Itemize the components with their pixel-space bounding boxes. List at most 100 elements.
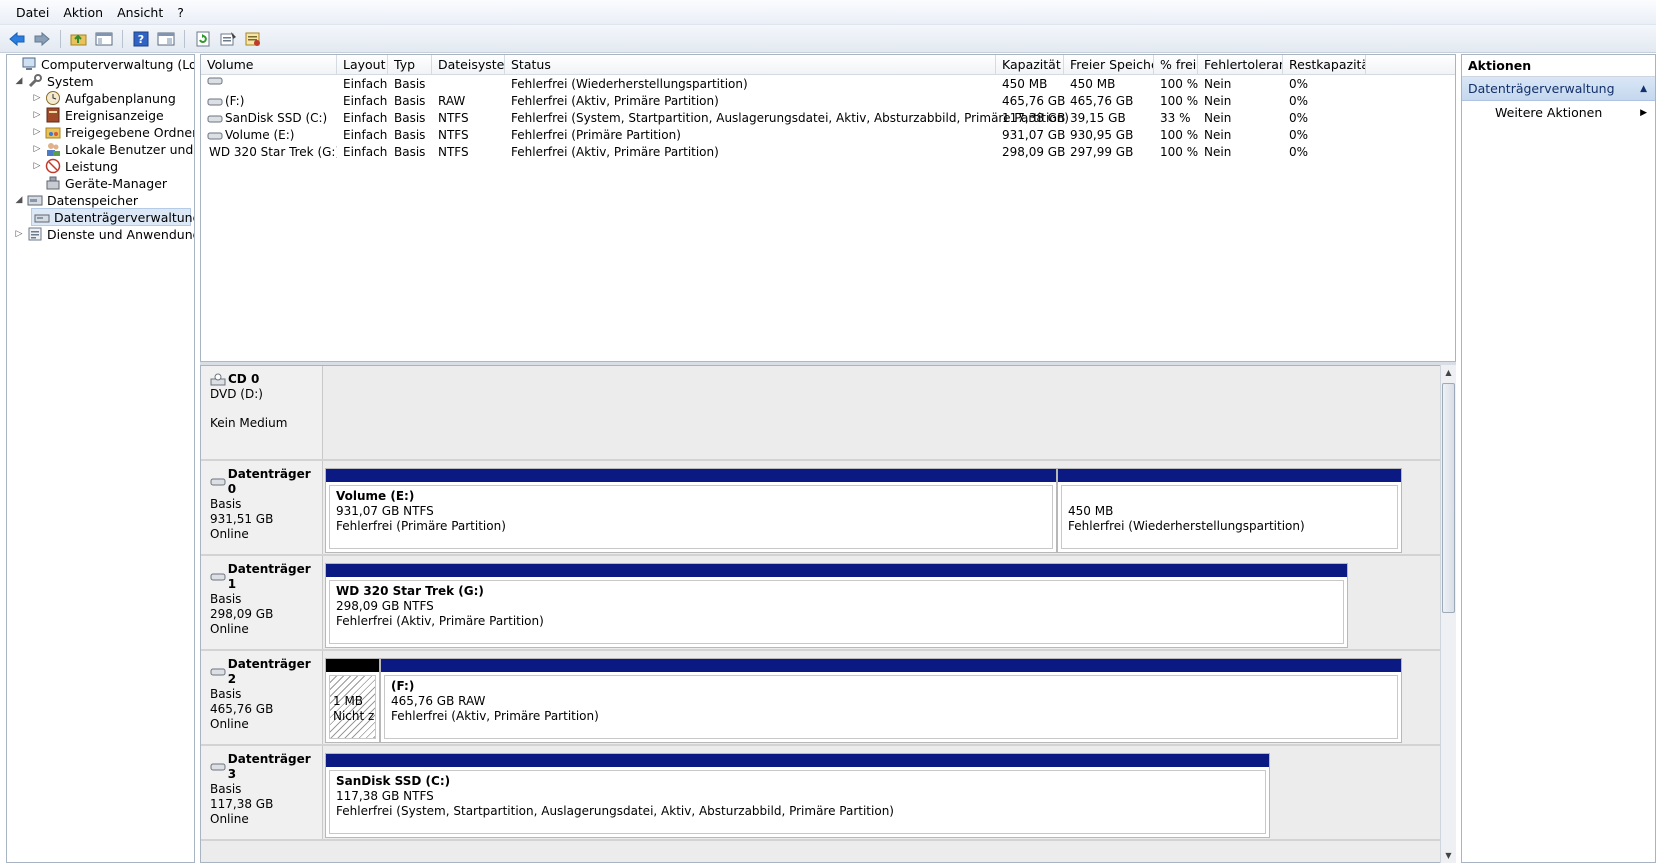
export-icon[interactable] <box>242 28 264 50</box>
menu-datei[interactable]: Datei <box>10 0 57 25</box>
action-weitere-aktionen[interactable]: Weitere Aktionen ▶ <box>1462 101 1655 125</box>
table-row[interactable]: (F:) Einfach Basis RAW Fehlerfrei (Aktiv… <box>201 93 1455 110</box>
tree-node-freigegebene-ordner[interactable]: ▷ Freigegebene Ordner <box>31 123 194 141</box>
disk-2[interactable]: Datenträger 2 Basis 465,76 GB Online 1 M… <box>201 651 1441 746</box>
partition-recovery[interactable]: 450 MB Fehlerfrei (Wiederherstellungspar… <box>1057 468 1402 553</box>
free-space-cell: 930,95 GB <box>1070 128 1134 142</box>
partition-wd-g[interactable]: WD 320 Star Trek (G:) 298,09 GB NTFS Feh… <box>325 563 1348 648</box>
cd-drive-icon <box>210 373 226 385</box>
fault-tolerance-cell: Nein <box>1204 94 1232 108</box>
tree-label: Ereignisanzeige <box>65 107 164 123</box>
disk-drive-icon <box>210 668 226 676</box>
column-freier-speicher[interactable]: Freier Speicher <box>1064 55 1154 75</box>
partition-body: SanDisk SSD (C:) 117,38 GB NTFS Fehlerfr… <box>329 770 1266 834</box>
disk-cd0[interactable]: CD 0 DVD (D:) Kein Medium <box>201 366 1441 461</box>
table-row[interactable]: Einfach Basis Fehlerfrei (Wiederherstell… <box>201 76 1455 93</box>
tree-label: Computerverwaltung (Lokal) <box>41 56 195 72</box>
tree-node-leistung[interactable]: ▷ Leistung <box>31 157 119 175</box>
volume-cell: Volume (E:) <box>201 127 337 144</box>
disk-type: Basis <box>210 782 242 796</box>
expanded-arrow-icon[interactable]: ◢ <box>13 195 25 205</box>
partition-volume-e[interactable]: Volume (E:) 931,07 GB NTFS Fehlerfrei (P… <box>325 468 1057 553</box>
type-cell: Basis <box>394 128 426 142</box>
partition-f[interactable]: (F:) 465,76 GB RAW Fehlerfrei (Aktiv, Pr… <box>380 658 1402 743</box>
menu-ansicht[interactable]: Ansicht <box>111 0 171 25</box>
device-manager-icon <box>45 175 61 191</box>
disk-view-scrollbar[interactable]: ▲ ▼ <box>1440 365 1456 863</box>
collapsed-arrow-icon[interactable]: ▷ <box>13 229 25 239</box>
partition-body: 450 MB Fehlerfrei (Wiederherstellungspar… <box>1061 485 1398 549</box>
tree-node-root[interactable]: Computerverwaltung (Lokal) <box>7 55 195 73</box>
tree-node-system[interactable]: ◢ System <box>13 72 94 90</box>
disk-name: Datenträger 1 <box>227 562 311 591</box>
column-volume[interactable]: Volume <box>201 55 337 75</box>
volume-cell: (F:) <box>201 93 337 110</box>
tree-node-dienste[interactable]: ▷ Dienste und Anwendungen <box>13 225 194 243</box>
collapse-up-icon[interactable]: ▲ <box>1640 77 1647 101</box>
collapsed-arrow-icon[interactable]: ▷ <box>31 161 43 171</box>
help-icon[interactable]: ? <box>130 28 152 50</box>
view-icon[interactable] <box>155 28 177 50</box>
partition-unallocated[interactable]: 1 MB Nicht zugeordnet <box>325 658 380 743</box>
column-layout[interactable]: Layout <box>337 55 388 75</box>
column-fehlertoleranz[interactable]: Fehlertoleranz <box>1198 55 1283 75</box>
expanded-arrow-icon[interactable]: ◢ <box>13 76 25 86</box>
actions-section-datentraegerverwaltung[interactable]: Datenträgerverwaltung ▲ <box>1462 77 1655 101</box>
services-icon <box>27 226 43 242</box>
disk-3[interactable]: Datenträger 3 Basis 117,38 GB Online San… <box>201 746 1441 841</box>
scroll-thumb[interactable] <box>1442 383 1455 613</box>
disk-title: CD 0 <box>210 372 322 387</box>
toolbar-separator <box>184 29 185 48</box>
partition-title: (F:) <box>391 679 415 693</box>
tree-node-geraete-manager[interactable]: Geräte-Manager <box>31 174 167 192</box>
tree-node-datenspeicher[interactable]: ◢ Datenspeicher <box>13 191 139 209</box>
back-icon[interactable] <box>6 28 28 50</box>
collapsed-arrow-icon[interactable]: ▷ <box>31 110 43 120</box>
volume-name: (F:) <box>225 94 245 108</box>
partition-bar <box>326 754 1269 767</box>
status-cell: Fehlerfrei (Primäre Partition) <box>511 128 681 142</box>
column-kapazitaet[interactable]: Kapazität <box>996 55 1064 75</box>
up-folder-icon[interactable] <box>68 28 90 50</box>
table-row[interactable]: Volume (E:) Einfach Basis NTFS Fehlerfre… <box>201 127 1455 144</box>
column-restkapazitaet[interactable]: Restkapazität <box>1283 55 1366 75</box>
partition-status: Fehlerfrei (System, Startpartition, Ausl… <box>336 804 894 818</box>
scroll-down-icon[interactable]: ▼ <box>1441 848 1456 863</box>
tree-node-datentraegerverwaltung[interactable]: Datenträgerverwaltung <box>31 208 194 226</box>
partition-sandisk-c[interactable]: SanDisk SSD (C:) 117,38 GB NTFS Fehlerfr… <box>325 753 1270 838</box>
properties-icon[interactable] <box>217 28 239 50</box>
refresh-icon[interactable] <box>192 28 214 50</box>
disk-0[interactable]: Datenträger 0 Basis 931,51 GB Online Vol… <box>201 461 1441 556</box>
disk-1[interactable]: Datenträger 1 Basis 298,09 GB Online WD … <box>201 556 1441 651</box>
capacity-cell: 450 MB <box>1002 77 1048 91</box>
partition-bar <box>326 469 1056 482</box>
column-typ[interactable]: Typ <box>388 55 432 75</box>
disk-type: Basis <box>210 687 242 701</box>
drive-icon <box>207 132 223 139</box>
partition-bar <box>326 659 379 672</box>
menu-bar: Datei Aktion Ansicht ? <box>0 0 1656 25</box>
console-tree-icon[interactable] <box>93 28 115 50</box>
menu-help[interactable]: ? <box>171 0 192 25</box>
disk-title: Datenträger 0 <box>210 467 322 497</box>
tree-node-lokale-benutzer[interactable]: ▷ Lokale Benutzer und Gruppen <box>31 140 194 158</box>
column-prozent-frei[interactable]: % frei <box>1154 55 1198 75</box>
collapsed-arrow-icon[interactable]: ▷ <box>31 127 43 137</box>
collapsed-arrow-icon[interactable]: ▷ <box>31 144 43 154</box>
collapsed-arrow-icon[interactable]: ▷ <box>31 93 43 103</box>
tree-node-aufgabenplanung[interactable]: ▷ Aufgabenplanung <box>31 89 176 107</box>
layout-cell: Einfach <box>343 111 388 125</box>
column-status[interactable]: Status <box>505 55 996 75</box>
menu-aktion[interactable]: Aktion <box>57 0 111 25</box>
partition-title: WD 320 Star Trek (G:) <box>336 584 484 598</box>
tree-node-ereignisanzeige[interactable]: ▷ Ereignisanzeige <box>31 106 164 124</box>
submenu-arrow-icon: ▶ <box>1640 108 1647 118</box>
forward-icon[interactable] <box>31 28 53 50</box>
type-cell: Basis <box>394 94 426 108</box>
drive-icon <box>207 77 223 85</box>
table-row[interactable]: SanDisk SSD (C:) Einfach Basis NTFS Fehl… <box>201 110 1455 127</box>
column-dateisystem[interactable]: Dateisystem <box>432 55 505 75</box>
table-row[interactable]: WD 320 Star Trek (G:) Einfach Basis NTFS… <box>201 144 1455 161</box>
drive-icon <box>207 115 223 122</box>
scroll-up-icon[interactable]: ▲ <box>1441 365 1456 380</box>
